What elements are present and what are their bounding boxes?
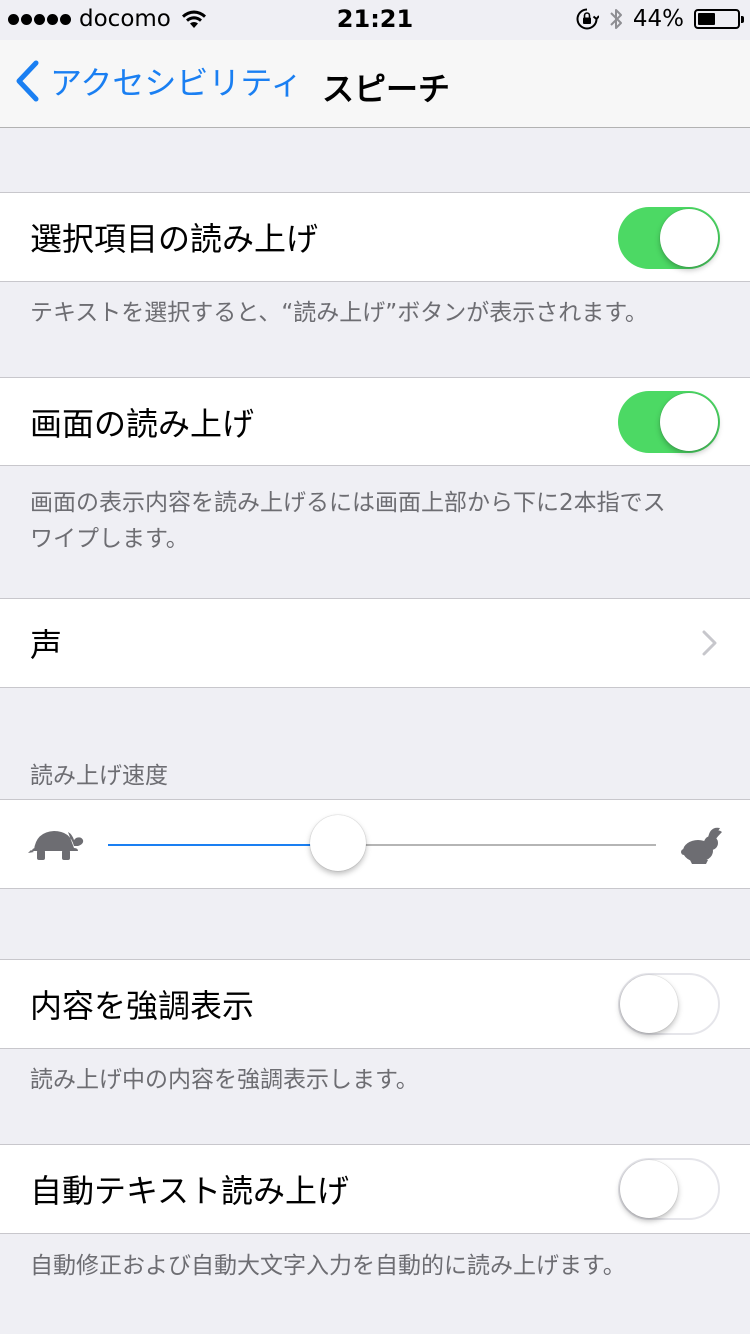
back-button-label: アクセシビリティ bbox=[50, 64, 303, 102]
typing-feedback-footer: 自動修正および自動大文字入力を自動的に読み上げます。 bbox=[30, 1253, 626, 1279]
speak-screen-footer-line1: 画面の表示内容を読み上げるには画面上部から下に2本指でス bbox=[30, 490, 666, 516]
speak-screen-switch[interactable] bbox=[618, 391, 720, 453]
typing-feedback-cell: 自動テキスト読み上げ bbox=[0, 1144, 750, 1234]
speaking-rate-header: 読み上げ速度 bbox=[30, 763, 168, 789]
rotation-lock-icon bbox=[576, 8, 599, 30]
speak-selection-label: 選択項目の読み上げ bbox=[30, 220, 319, 258]
battery-percent: 44% bbox=[632, 6, 684, 32]
battery-level bbox=[698, 13, 715, 25]
switch-knob bbox=[620, 975, 678, 1033]
highlight-content-switch[interactable] bbox=[618, 973, 720, 1035]
typing-feedback-label: 自動テキスト読み上げ bbox=[30, 1172, 350, 1210]
speak-screen-footer-line2: ワイプします。 bbox=[30, 526, 189, 552]
switch-knob bbox=[620, 1160, 678, 1218]
highlight-content-footer: 読み上げ中の内容を強調表示します。 bbox=[30, 1067, 419, 1093]
speak-selection-cell: 選択項目の読み上げ bbox=[0, 192, 750, 282]
speak-selection-footer: テキストを選択すると、“読み上げ”ボタンが表示されます。 bbox=[30, 300, 648, 326]
battery-icon bbox=[694, 9, 744, 29]
status-right: 44% bbox=[575, 6, 744, 32]
speak-screen-footer: 画面の表示内容を読み上げるには画面上部から下に2本指でス ワイプします。 bbox=[30, 485, 720, 557]
typing-feedback-switch[interactable] bbox=[618, 1158, 720, 1220]
page-title: スピーチ bbox=[322, 70, 451, 108]
chevron-right-icon bbox=[702, 630, 717, 656]
turtle-icon bbox=[28, 831, 84, 860]
speaking-rate-slider-thumb[interactable] bbox=[310, 815, 367, 871]
switch-knob bbox=[660, 393, 718, 451]
navigation-bar: アクセシビリティ スピーチ bbox=[0, 40, 750, 128]
speak-screen-cell: 画面の読み上げ bbox=[0, 377, 750, 466]
slider-track-maximum[interactable] bbox=[338, 844, 656, 846]
highlight-content-cell: 内容を強調表示 bbox=[0, 959, 750, 1049]
highlight-content-label: 内容を強調表示 bbox=[30, 987, 255, 1025]
speak-selection-switch[interactable] bbox=[618, 207, 720, 269]
voice-cell[interactable]: 声 bbox=[0, 598, 750, 688]
rabbit-icon bbox=[681, 827, 722, 864]
speaking-rate-cell bbox=[0, 799, 750, 889]
speak-screen-label: 画面の読み上げ bbox=[30, 404, 255, 443]
bluetooth-icon bbox=[610, 9, 622, 29]
switch-knob bbox=[660, 209, 718, 267]
slider-track-minimum[interactable] bbox=[108, 844, 339, 846]
status-bar: docomo 21:21 44% bbox=[0, 0, 750, 40]
voice-label: 声 bbox=[30, 626, 63, 664]
chevron-left-icon bbox=[16, 60, 39, 102]
back-button[interactable]: アクセシビリティ bbox=[14, 58, 302, 104]
